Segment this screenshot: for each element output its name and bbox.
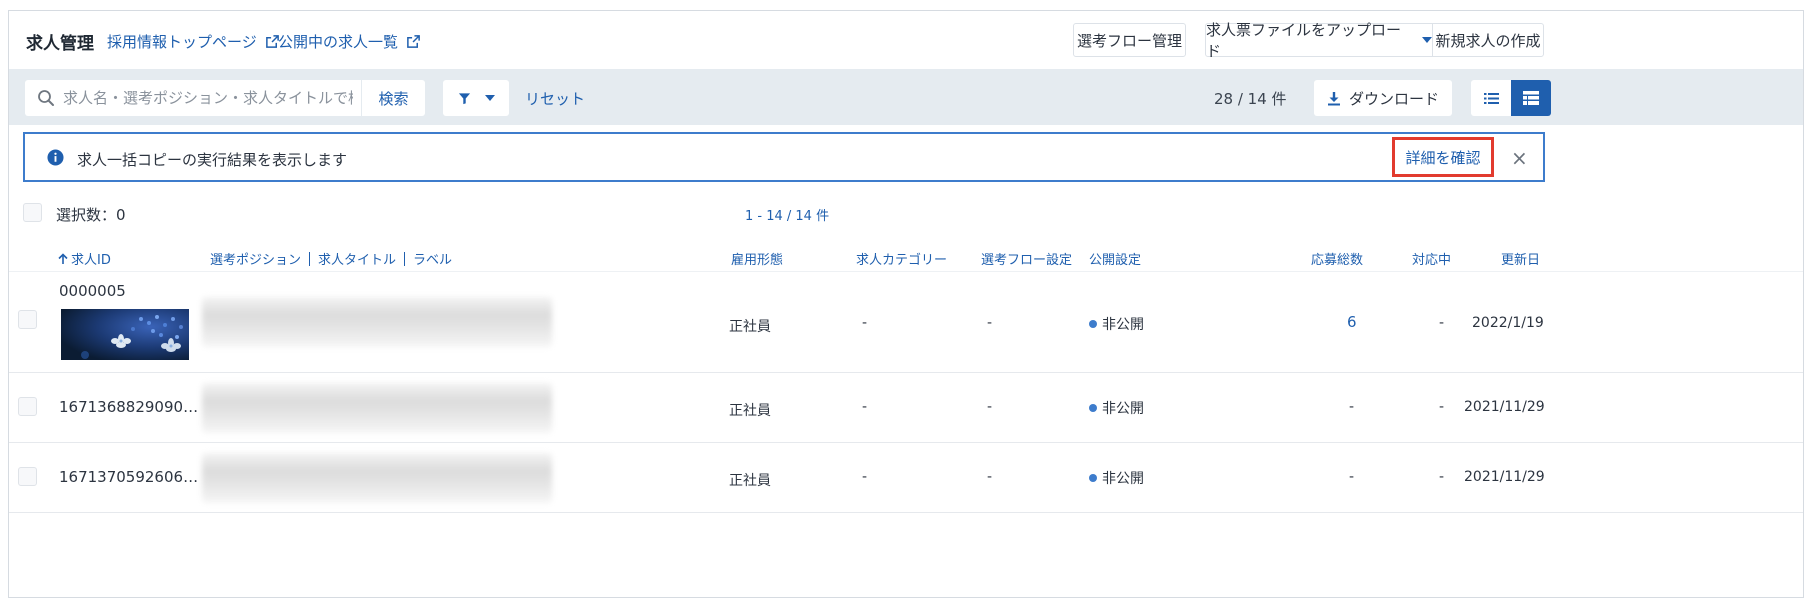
table-row[interactable]: 0000005 正社員 - - 非公開 6 - 2022/1/19: [9, 272, 1803, 373]
divider: [309, 252, 311, 266]
in-progress-count: -: [1439, 315, 1445, 331]
toolbar: 検索 リセット 28 / 14 件 ダウンロード: [9, 69, 1803, 125]
upload-job-file-button[interactable]: 求人票ファイルをアップロード: [1205, 21, 1433, 60]
employment-type: 正社員: [729, 403, 771, 419]
recruit-top-page-link-label: 採用情報トップページ: [107, 33, 257, 51]
redacted-job-title: [202, 297, 552, 347]
chevron-down-icon: [1422, 37, 1432, 43]
status-dot: [1089, 474, 1097, 482]
reset-link[interactable]: リセット: [525, 88, 585, 109]
list-view-toggle[interactable]: [1471, 80, 1511, 116]
in-progress-count: -: [1439, 469, 1445, 485]
applicants-count-link[interactable]: 6: [1347, 313, 1357, 331]
updated-date: 2022/1/19: [1472, 315, 1544, 331]
page-title: 求人管理: [26, 34, 94, 54]
column-header-employment[interactable]: 雇用形態: [731, 249, 783, 268]
view-details-button[interactable]: 詳細を確認: [1392, 137, 1494, 177]
create-new-job-button[interactable]: 新規求人の作成: [1432, 23, 1544, 57]
view-details-label: 詳細を確認: [1405, 148, 1481, 167]
download-button[interactable]: ダウンロード: [1314, 80, 1452, 116]
job-management-panel: 求人管理 採用情報トップページ 公開中の求人一覧 選考フロー管理 求人票ファイル…: [8, 10, 1804, 598]
arrow-up-icon: [58, 253, 68, 264]
info-icon: [47, 149, 64, 166]
download-icon: [1327, 91, 1340, 105]
copy-result-notice: 求人一括コピーの実行結果を表示します 詳細を確認 ×: [23, 132, 1545, 182]
job-category: -: [862, 399, 868, 415]
publish-status: 非公開: [1089, 398, 1144, 418]
chevron-down-icon: [484, 95, 495, 101]
column-header-updated[interactable]: 更新日: [1501, 249, 1540, 268]
employment-type: 正社員: [729, 319, 771, 335]
row-checkbox[interactable]: [18, 467, 37, 486]
job-category: -: [862, 469, 868, 485]
column-header-label-label: ラベル: [413, 253, 453, 268]
selection-flow: -: [987, 469, 993, 485]
table-row[interactable]: 1671370592606… 正社員 - - 非公開 - - 2021/11/2…: [9, 443, 1803, 513]
result-count: 28 / 14 件: [1214, 90, 1287, 108]
job-id: 1671370592606…: [59, 468, 199, 486]
job-thumbnail-image: [61, 309, 189, 360]
redacted-job-title: [202, 453, 552, 503]
column-header-applicants[interactable]: 応募総数: [1311, 249, 1363, 268]
status-dot: [1089, 404, 1097, 412]
create-new-job-label: 新規求人の作成: [1435, 31, 1541, 50]
selection-flow: -: [987, 315, 993, 331]
table-icon: [1523, 91, 1539, 105]
search-box: 検索: [25, 80, 425, 116]
search-input[interactable]: [63, 89, 353, 107]
updated-date: 2021/11/29: [1464, 399, 1545, 415]
selection-flow-management-label: 選考フロー管理: [1076, 31, 1182, 50]
list-icon: [1483, 92, 1499, 104]
search-button[interactable]: 検索: [361, 80, 425, 116]
search-icon: [38, 90, 54, 106]
job-id: 1671368829090…: [59, 398, 199, 416]
publish-status: 非公開: [1089, 468, 1144, 488]
selected-count: 選択数：0: [56, 206, 126, 224]
selection-flow: -: [987, 399, 993, 415]
publish-status-label: 非公開: [1102, 401, 1144, 417]
row-checkbox[interactable]: [18, 310, 37, 329]
column-header-id[interactable]: 求人ID: [58, 249, 111, 268]
employment-type: 正社員: [729, 473, 771, 489]
notice-message: 求人一括コピーの実行結果を表示します: [77, 151, 348, 169]
column-header-flow[interactable]: 選考フロー設定: [981, 249, 1072, 268]
applicants-count: -: [1349, 399, 1355, 415]
column-header-title-label: 求人タイトル: [318, 253, 397, 268]
pagination-range: 1 - 14 / 14 件: [745, 209, 830, 224]
select-all-checkbox[interactable]: [23, 203, 42, 222]
public-jobs-list-link[interactable]: 公開中の求人一覧: [278, 31, 421, 52]
status-dot: [1089, 320, 1097, 328]
close-icon[interactable]: ×: [1511, 146, 1528, 170]
external-link-icon: [407, 35, 420, 48]
upload-job-file-label: 求人票ファイルをアップロード: [1206, 21, 1402, 60]
selection-flow-management-button[interactable]: 選考フロー管理: [1073, 23, 1186, 57]
download-label: ダウンロード: [1348, 89, 1439, 108]
publish-status-label: 非公開: [1102, 317, 1144, 333]
applicants-count: -: [1349, 469, 1355, 485]
header: 求人管理 採用情報トップページ 公開中の求人一覧 選考フロー管理 求人票ファイル…: [9, 11, 1803, 69]
publish-status: 非公開: [1089, 314, 1144, 334]
job-id: 0000005: [59, 282, 126, 300]
filter-icon: [458, 92, 470, 104]
in-progress-count: -: [1439, 399, 1445, 415]
table-row[interactable]: 1671368829090… 正社員 - - 非公開 - - 2021/11/2…: [9, 373, 1803, 443]
column-header-in-progress[interactable]: 対応中: [1412, 249, 1451, 268]
column-header-id-label: 求人ID: [71, 253, 111, 268]
public-jobs-list-link-label: 公開中の求人一覧: [278, 33, 399, 51]
recruit-top-page-link[interactable]: 採用情報トップページ: [107, 31, 280, 52]
redacted-job-title: [202, 383, 552, 433]
row-checkbox[interactable]: [18, 397, 37, 416]
table-view-toggle[interactable]: [1511, 80, 1551, 116]
job-category: -: [862, 315, 868, 331]
column-header-publish[interactable]: 公開設定: [1089, 249, 1141, 268]
column-header-category[interactable]: 求人カテゴリー: [856, 249, 947, 268]
filter-button[interactable]: [443, 80, 509, 116]
divider: [404, 252, 406, 266]
column-header-position-label: 選考ポジション: [210, 253, 302, 268]
updated-date: 2021/11/29: [1464, 469, 1545, 485]
publish-status-label: 非公開: [1102, 471, 1144, 487]
column-header-position-title-label[interactable]: 選考ポジション 求人タイトル ラベル: [210, 249, 452, 268]
